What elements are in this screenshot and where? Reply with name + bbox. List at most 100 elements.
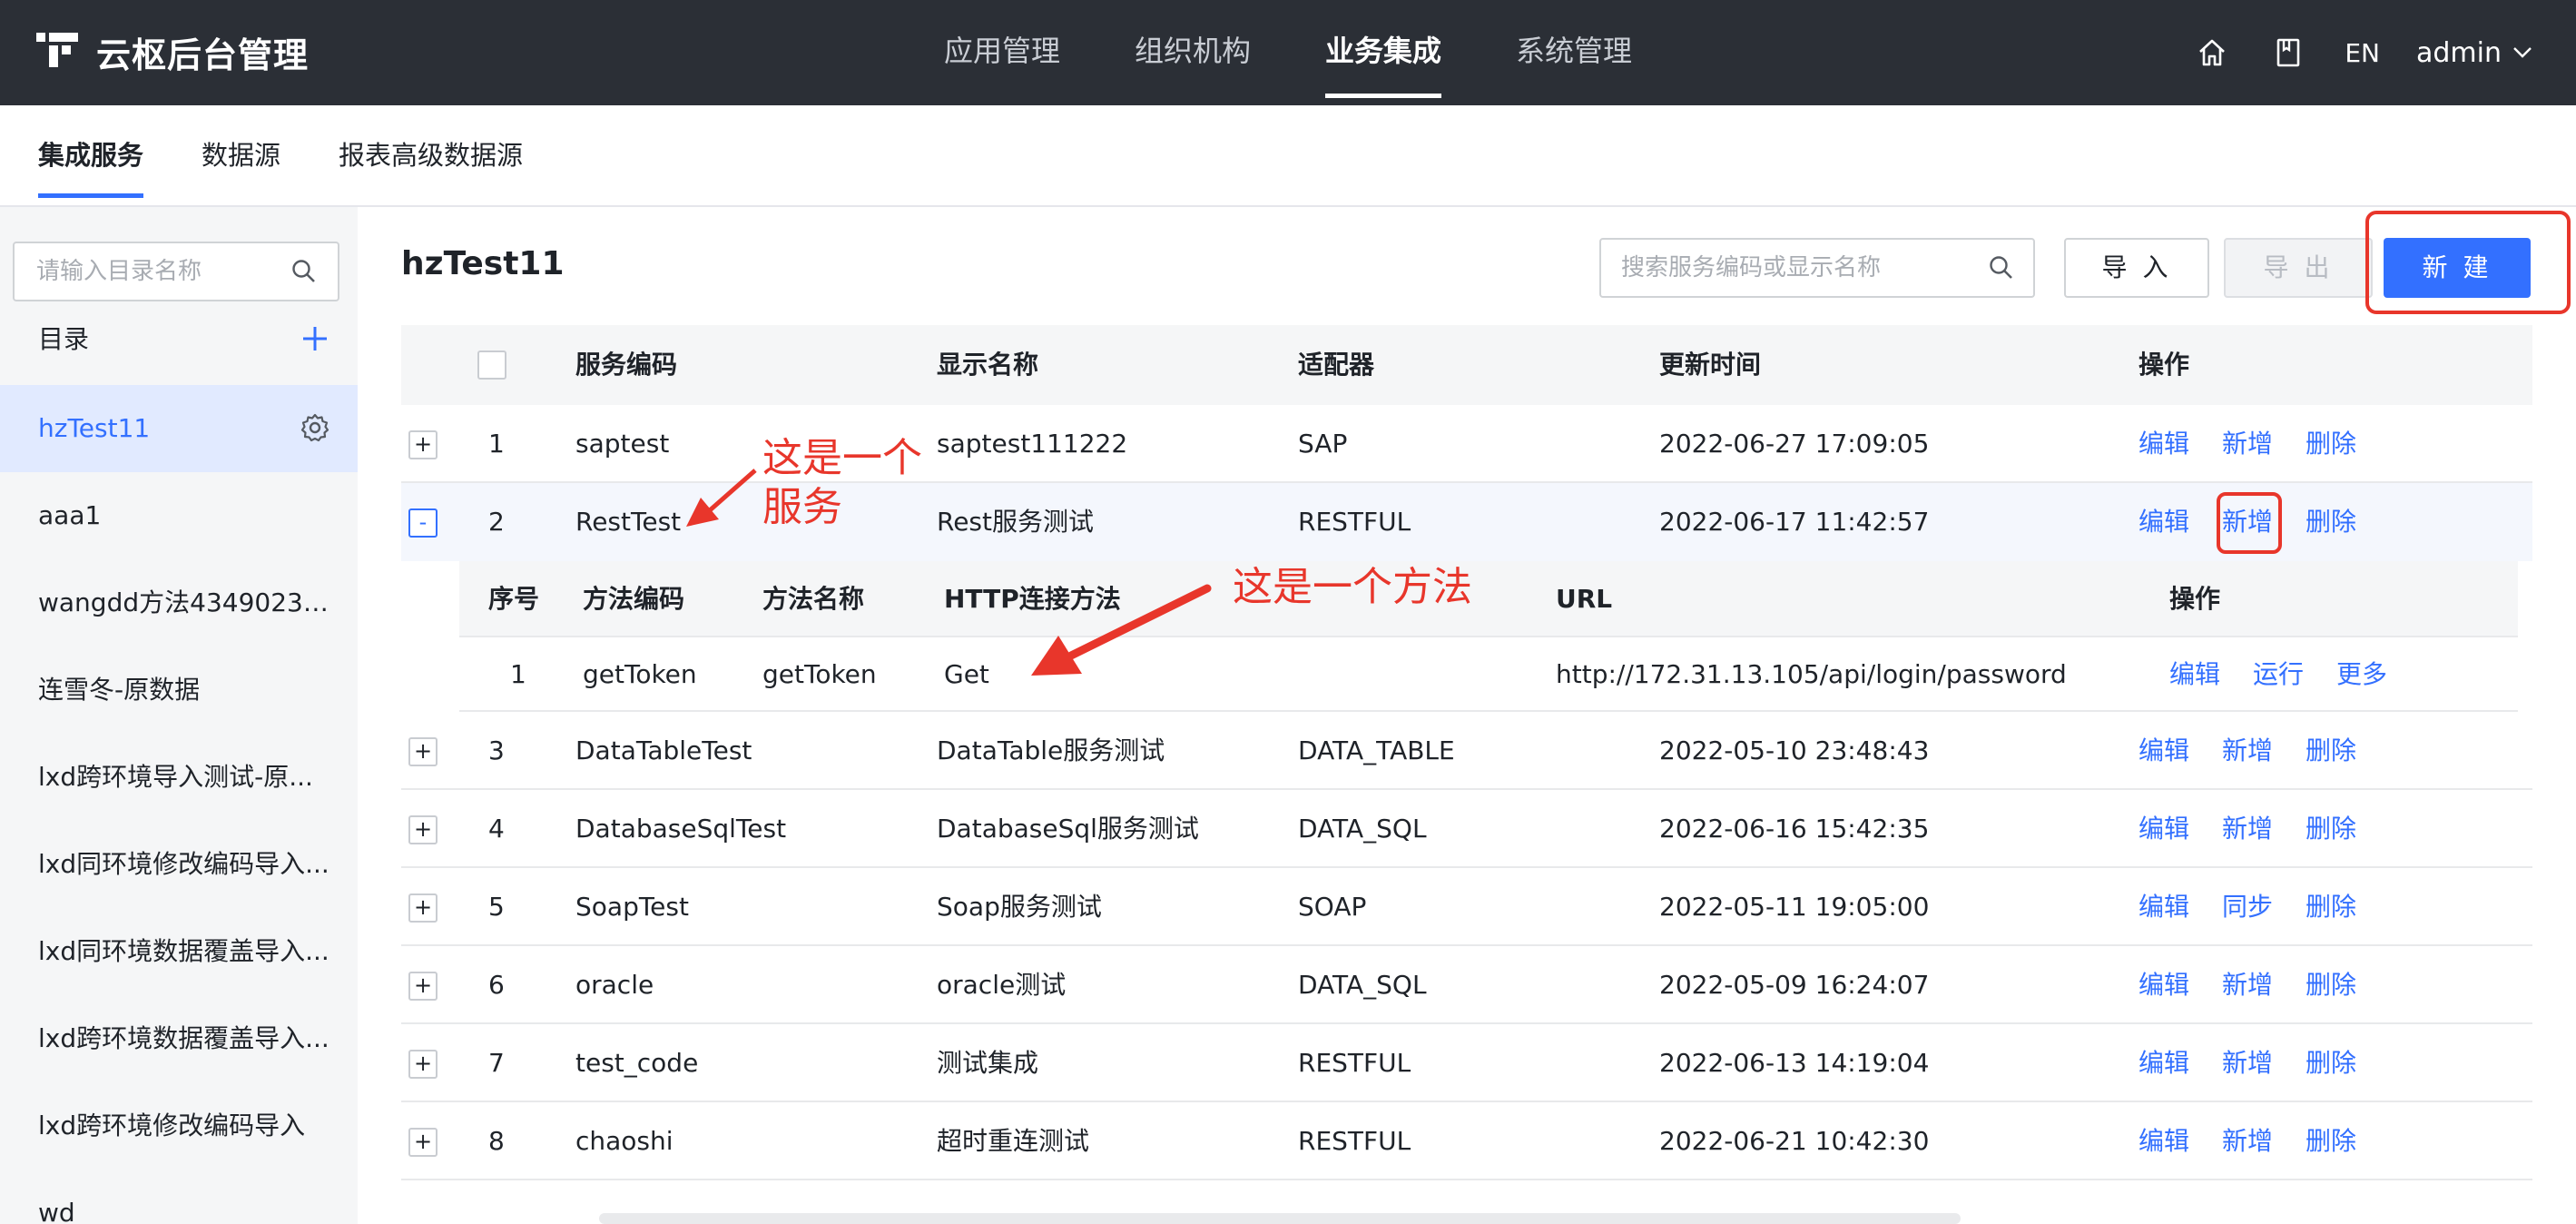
display-name: oracle测试: [937, 970, 1067, 1000]
row-number: 7: [488, 1048, 505, 1078]
user-menu[interactable]: admin: [2416, 37, 2532, 69]
update-time: 2022-06-17 11:42:57: [1659, 507, 1930, 537]
method-code: getToken: [583, 659, 697, 689]
language-switch[interactable]: EN: [2345, 38, 2380, 68]
table-row: + 1 saptest saptest111222 SAP 2022-06-27…: [401, 405, 2532, 483]
service-table: 服务编码 显示名称 适配器 更新时间 操作 + 1 saptest saptes…: [401, 325, 2532, 1180]
sidebar: 目录 hzTest11 aaa1 wangdd方法43490231... 连雪冬…: [0, 207, 358, 1224]
annotation-service-line2: 服务: [762, 484, 842, 530]
expand-icon[interactable]: +: [408, 1128, 438, 1157]
row-number: 6: [488, 970, 505, 1000]
delete-link[interactable]: 删除: [2306, 814, 2356, 844]
add-link[interactable]: 新增: [2222, 1048, 2273, 1078]
service-code: saptest: [575, 429, 670, 459]
sidebar-item[interactable]: lxd跨环境数据覆盖导入...: [0, 995, 358, 1082]
table-row: + 6 oracle oracle测试 DATA_SQL 2022-05-09 …: [401, 946, 2532, 1024]
service-code: RestTest: [575, 507, 682, 537]
add-link[interactable]: 新增: [2222, 735, 2273, 765]
directory-search-input[interactable]: [15, 243, 278, 300]
import-button[interactable]: 导 入: [2064, 238, 2209, 298]
expand-icon[interactable]: +: [408, 815, 438, 844]
more-link[interactable]: 更多: [2336, 659, 2387, 689]
delete-link[interactable]: 删除: [2306, 1048, 2356, 1078]
edit-link[interactable]: 编辑: [2138, 1048, 2189, 1078]
expand-icon[interactable]: +: [408, 893, 438, 923]
sidebar-item[interactable]: lxd同环境修改编码导入...: [0, 821, 358, 908]
delete-link[interactable]: 删除: [2306, 507, 2356, 537]
sidebar-item[interactable]: lxd跨环境修改编码导入: [0, 1082, 358, 1170]
topnav-organization[interactable]: 组织机构: [1135, 0, 1251, 105]
edit-link[interactable]: 编辑: [2138, 429, 2189, 459]
delete-link[interactable]: 删除: [2306, 429, 2356, 459]
add-link[interactable]: 新增: [2222, 1126, 2273, 1156]
delete-link[interactable]: 删除: [2306, 892, 2356, 922]
add-link[interactable]: 新增: [2222, 970, 2273, 1000]
adapter: RESTFUL: [1298, 1048, 1411, 1078]
export-button[interactable]: 导 出: [2224, 238, 2373, 298]
topnav-system-management[interactable]: 系统管理: [1516, 0, 1632, 105]
expand-icon[interactable]: +: [408, 430, 438, 459]
edit-link[interactable]: 编辑: [2138, 970, 2189, 1000]
http-method: Get: [944, 659, 989, 689]
gear-icon[interactable]: [300, 412, 330, 443]
sidebar-item[interactable]: 连雪冬-原数据: [0, 647, 358, 734]
header-method-name: 方法名称: [762, 584, 865, 614]
search-icon[interactable]: [290, 258, 318, 285]
document-icon[interactable]: [2268, 33, 2308, 73]
top-navbar: 云枢后台管理 应用管理 组织机构 业务集成 系统管理 EN admin: [0, 0, 2576, 105]
sidebar-item[interactable]: lxd跨环境导入测试-原...: [0, 734, 358, 821]
edit-method-link[interactable]: 编辑: [2169, 659, 2220, 689]
sidebar-item[interactable]: lxd同环境数据覆盖导入...: [0, 908, 358, 995]
header-service-code: 服务编码: [575, 350, 678, 380]
collapse-icon[interactable]: -: [408, 508, 438, 538]
update-time: 2022-06-13 14:19:04: [1659, 1048, 1930, 1078]
expand-icon[interactable]: +: [408, 737, 438, 766]
topnav-app-management[interactable]: 应用管理: [944, 0, 1060, 105]
header-method-no: 序号: [488, 584, 540, 614]
user-name: admin: [2416, 36, 2502, 69]
display-name: DataTable服务测试: [937, 735, 1165, 765]
add-directory-icon[interactable]: [301, 325, 329, 352]
new-button-highlight: [2365, 211, 2571, 314]
service-search: [1599, 238, 2035, 298]
search-icon[interactable]: [1988, 254, 2015, 281]
sidebar-item[interactable]: hzTest11: [0, 385, 358, 472]
edit-link[interactable]: 编辑: [2138, 892, 2189, 922]
table-row: + 3 DataTableTest DataTable服务测试 DATA_TAB…: [401, 712, 2532, 790]
sidebar-item[interactable]: wangdd方法43490231...: [0, 559, 358, 647]
tab-data-source[interactable]: 数据源: [202, 105, 280, 207]
add-link[interactable]: 新增: [2222, 429, 2273, 459]
header-operations: 操作: [2138, 350, 2190, 380]
sidebar-item[interactable]: wd: [0, 1170, 358, 1224]
select-all-checkbox[interactable]: [477, 350, 506, 380]
expand-icon[interactable]: +: [408, 972, 438, 1001]
row-operations: 编辑 新增 删除: [2138, 405, 2389, 483]
update-time: 2022-06-21 10:42:30: [1659, 1126, 1930, 1156]
delete-link[interactable]: 删除: [2306, 1126, 2356, 1156]
table-row: + 7 test_code 测试集成 RESTFUL 2022-06-13 14…: [401, 1024, 2532, 1102]
table-row: - 2 RestTest Rest服务测试 RESTFUL 2022-06-17…: [401, 483, 2532, 561]
home-icon[interactable]: [2192, 33, 2232, 73]
edit-link[interactable]: 编辑: [2138, 814, 2189, 844]
run-method-link[interactable]: 运行: [2253, 659, 2304, 689]
table-row: + 4 DatabaseSqlTest DatabaseSql服务测试 DATA…: [401, 790, 2532, 868]
tab-report-data-source[interactable]: 报表高级数据源: [339, 105, 523, 207]
header-method-code: 方法编码: [583, 584, 685, 614]
edit-link[interactable]: 编辑: [2138, 1126, 2189, 1156]
sync-link[interactable]: 同步: [2222, 892, 2273, 922]
delete-link[interactable]: 删除: [2306, 970, 2356, 1000]
header-update-time: 更新时间: [1659, 350, 1762, 380]
table-header: 服务编码 显示名称 适配器 更新时间 操作: [401, 325, 2532, 405]
expand-icon[interactable]: +: [408, 1050, 438, 1079]
edit-link[interactable]: 编辑: [2138, 507, 2189, 537]
row-operations: 编辑 新增 删除: [2138, 712, 2389, 790]
service-search-input[interactable]: [1601, 240, 1973, 296]
adapter: DATA_TABLE: [1298, 735, 1455, 765]
edit-link[interactable]: 编辑: [2138, 735, 2189, 765]
add-link[interactable]: 新增: [2222, 814, 2273, 844]
topnav-business-integration[interactable]: 业务集成: [1325, 0, 1442, 105]
update-time: 2022-05-09 16:24:07: [1659, 970, 1930, 1000]
sidebar-item[interactable]: aaa1: [0, 472, 358, 559]
delete-link[interactable]: 删除: [2306, 735, 2356, 765]
tab-integration-service[interactable]: 集成服务: [38, 105, 144, 207]
